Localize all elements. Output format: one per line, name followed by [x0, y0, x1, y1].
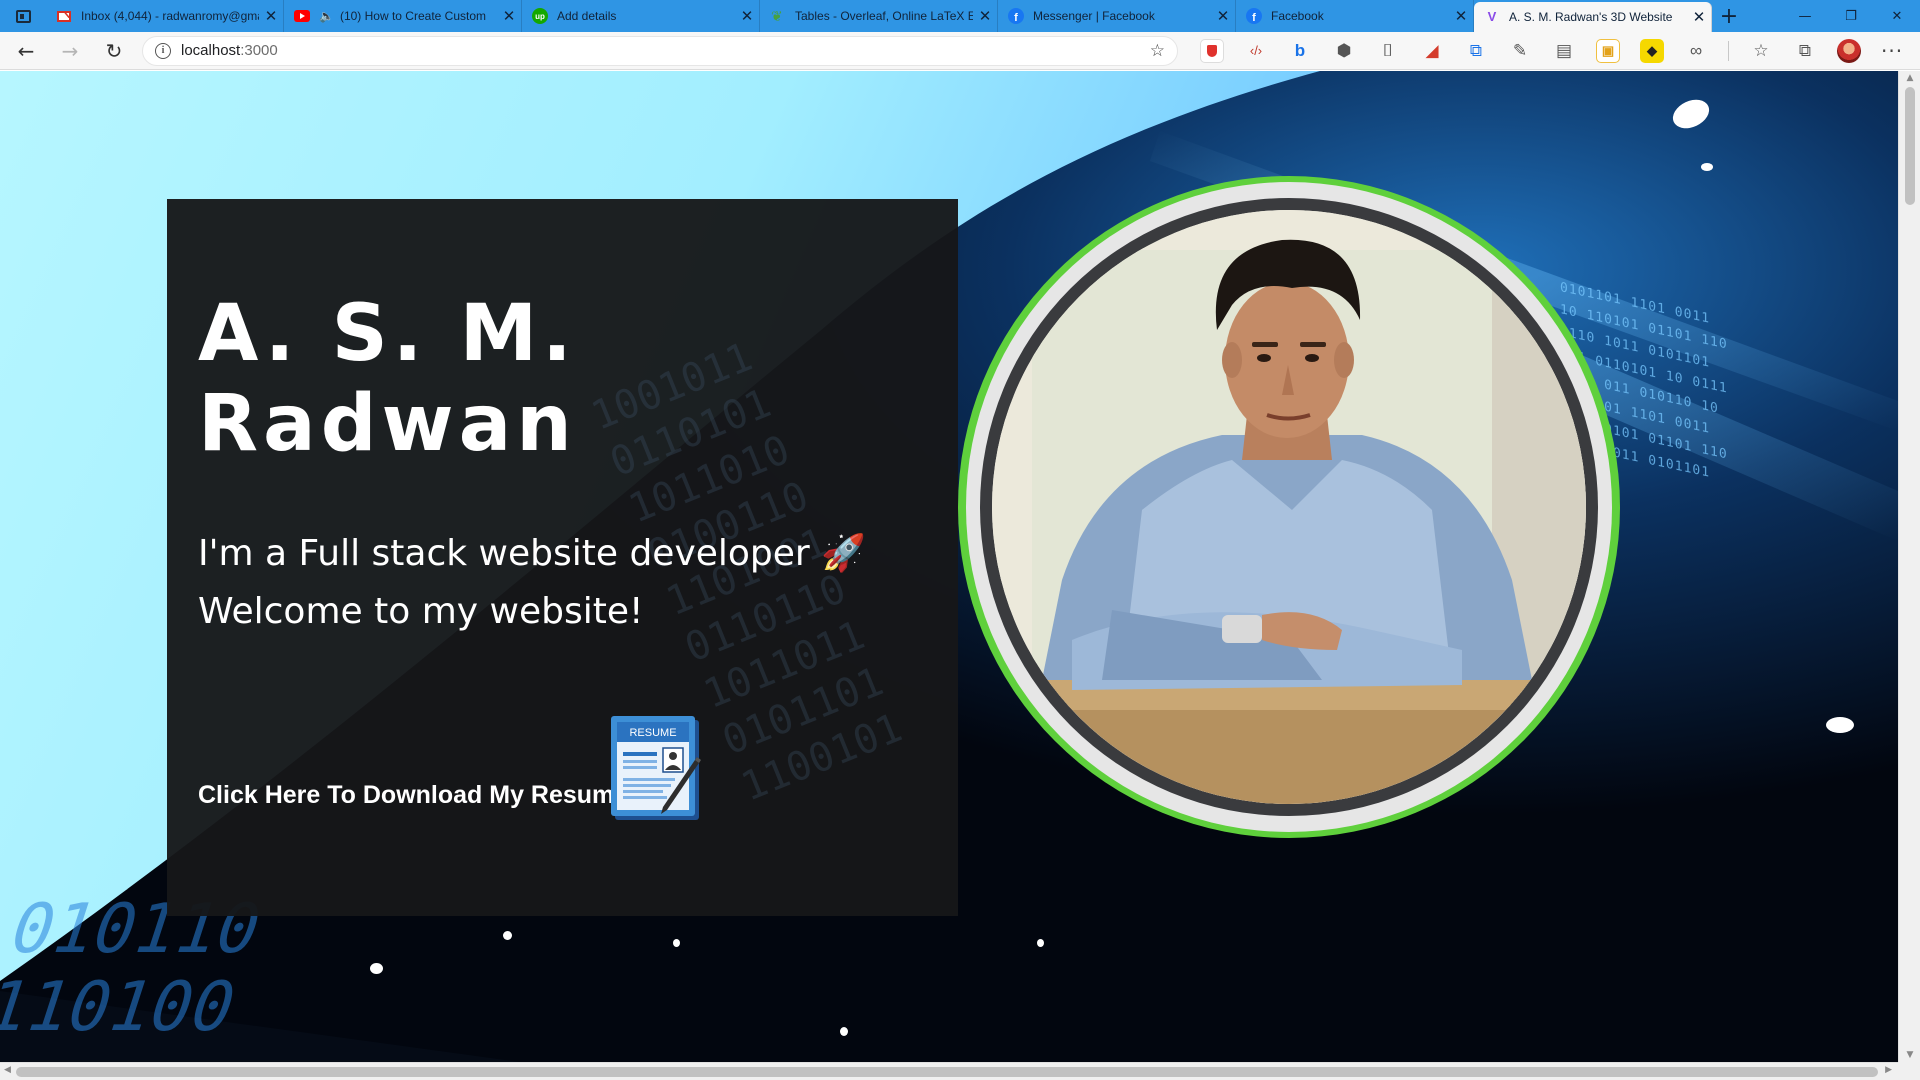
tab-overleaf[interactable]: ❦ Tables - Overleaf, Online LaTeX Editor… — [760, 0, 998, 32]
profile-photo-frame — [958, 176, 1620, 838]
browser-toolbar: ← → ↻ i localhost:3000 ☆ ‹/› b ⬢ ⌷ ◢ ⧉ ✎… — [0, 32, 1920, 70]
close-window-button[interactable]: ✕ — [1874, 0, 1920, 32]
resume-badge-text: RESUME — [629, 727, 676, 739]
cube-extension-icon[interactable]: ⬢ — [1332, 39, 1356, 63]
extensions-bar: ‹/› b ⬢ ⌷ ◢ ⧉ ✎ ▤ ▣ ◆ ∞ ☆ ⧉ ··· — [1200, 38, 1903, 63]
reader-extension-icon[interactable]: ▤ — [1552, 39, 1576, 63]
toolbar-separator — [1728, 40, 1729, 61]
add-favorite-icon[interactable]: ☆ — [1150, 41, 1165, 61]
back-button[interactable]: ← — [8, 33, 44, 69]
hero-card: 1001011 0110101 1011010 0100110 1101001 … — [167, 199, 958, 916]
star-particle — [1826, 717, 1854, 733]
close-tab-icon[interactable]: ✕ — [497, 7, 521, 25]
vertical-scroll-thumb[interactable] — [1905, 87, 1915, 205]
camera-extension-icon[interactable]: ⌷ — [1376, 39, 1400, 63]
page-viewport: 010110 110100 0101101 1101 0011 10 11010… — [0, 71, 1898, 1062]
tab-title: Messenger | Facebook — [1033, 9, 1155, 23]
megaphone-extension-icon[interactable]: ◢ — [1420, 39, 1444, 63]
arrow-left-icon: ← — [17, 38, 35, 63]
tab-facebook[interactable]: f Facebook ✕ — [1236, 0, 1474, 32]
facebook-icon: f — [1246, 8, 1262, 24]
hero-tagline: I'm a Full stack website developer 🚀 — [198, 533, 867, 574]
scrollbar-corner — [1898, 1062, 1920, 1080]
horizontal-scroll-thumb[interactable] — [16, 1067, 1878, 1077]
url-text[interactable]: localhost:3000 — [181, 42, 278, 59]
tab-title: Tables - Overleaf, Online LaTeX Editor — [795, 9, 973, 23]
tab-youtube[interactable]: 🔈 (10) How to Create Custom ✕ — [284, 0, 522, 32]
url-port: :3000 — [240, 42, 278, 59]
scroll-up-icon[interactable]: ▲ — [1899, 73, 1920, 83]
bing-icon[interactable]: b — [1288, 39, 1312, 63]
tab-title: Add details — [557, 9, 617, 23]
tab-messenger[interactable]: f Messenger | Facebook ✕ — [998, 0, 1236, 32]
refresh-button[interactable]: ↻ — [96, 33, 132, 69]
tab-portfolio[interactable]: V A. S. M. Radwan's 3D Website ✕ — [1474, 2, 1712, 32]
favorites-icon[interactable]: ☆ — [1749, 39, 1773, 63]
shield-extension-icon[interactable] — [1200, 38, 1224, 63]
arrow-right-icon: → — [61, 38, 79, 63]
profile-photo — [992, 210, 1586, 804]
scroll-left-icon[interactable]: ◀ — [4, 1065, 11, 1075]
youtube-icon — [294, 8, 310, 24]
star-particle — [673, 939, 680, 947]
gmail-icon — [56, 8, 72, 24]
tab-title: A. S. M. Radwan's 3D Website — [1509, 10, 1673, 24]
facebook-icon: f — [1008, 8, 1024, 24]
star-particle — [840, 1027, 848, 1036]
note-extension-icon[interactable]: ▣ — [1596, 38, 1620, 63]
url-host: localhost — [181, 42, 241, 59]
resume-download-label: Click Here To Download My Resume: — [198, 781, 637, 809]
more-menu-icon[interactable]: ··· — [1881, 39, 1903, 63]
close-tab-icon[interactable]: ✕ — [1687, 8, 1711, 26]
new-tab-button[interactable]: + — [1712, 0, 1746, 32]
tab-title: Inbox (4,044) - radwanromy@gmail.com — [81, 9, 259, 23]
name-line-2: Radwan — [198, 379, 577, 469]
vite-icon: V — [1487, 9, 1497, 24]
close-tab-icon[interactable]: ✕ — [1449, 7, 1473, 25]
tab-gmail[interactable]: Inbox (4,044) - radwanromy@gmail.com ✕ — [46, 0, 284, 32]
close-tab-icon[interactable]: ✕ — [259, 7, 283, 25]
hero-welcome: Welcome to my website! — [198, 591, 644, 632]
tab-upwork[interactable]: up Add details ✕ — [522, 0, 760, 32]
resume-download-icon[interactable]: RESUME — [609, 714, 705, 824]
star-particle — [1037, 939, 1044, 947]
star-particle — [370, 963, 383, 974]
profile-photo-illustration — [992, 210, 1586, 804]
collections-icon[interactable]: ⧉ — [1793, 39, 1817, 63]
name-line-1: A. S. M. — [198, 289, 577, 379]
tab-title: (10) How to Create Custom — [339, 9, 487, 23]
workspaces-button[interactable] — [0, 0, 46, 32]
restore-button[interactable]: ❐ — [1828, 0, 1874, 32]
overleaf-icon: ❦ — [771, 8, 783, 24]
link-extension-icon[interactable]: ∞ — [1684, 39, 1708, 63]
code-extension-icon[interactable]: ‹/› — [1244, 39, 1268, 63]
translate-extension-icon[interactable]: ⧉ — [1464, 39, 1488, 63]
star-particle — [503, 931, 512, 940]
tab-strip: Inbox (4,044) - radwanromy@gmail.com ✕ 🔈… — [0, 0, 1920, 32]
horizontal-scrollbar[interactable]: ◀ ▶ — [0, 1062, 1898, 1080]
window-controls: — ❐ ✕ — [1782, 0, 1920, 32]
site-info-icon[interactable]: i — [155, 42, 171, 59]
upwork-icon: up — [532, 8, 548, 24]
close-tab-icon[interactable]: ✕ — [1211, 7, 1235, 25]
star-particle — [1701, 163, 1713, 171]
speaker-icon[interactable]: 🔈 — [319, 9, 334, 23]
hero-name: A. S. M. Radwan — [198, 289, 577, 469]
vertical-scrollbar[interactable]: ▲ ▼ — [1898, 71, 1920, 1062]
lock-extension-icon[interactable]: ◆ — [1640, 38, 1664, 63]
close-tab-icon[interactable]: ✕ — [973, 7, 997, 25]
close-tab-icon[interactable]: ✕ — [735, 7, 759, 25]
scroll-right-icon[interactable]: ▶ — [1885, 1065, 1892, 1075]
scroll-down-icon[interactable]: ▼ — [1899, 1050, 1920, 1060]
address-bar[interactable]: i localhost:3000 ☆ — [142, 35, 1178, 66]
forward-button[interactable]: → — [52, 33, 88, 69]
refresh-icon: ↻ — [105, 38, 123, 63]
pen-extension-icon[interactable]: ✎ — [1508, 39, 1532, 63]
tab-title: Facebook — [1271, 9, 1324, 23]
workspaces-icon — [15, 9, 31, 23]
minimize-button[interactable]: — — [1782, 0, 1828, 32]
profile-avatar[interactable] — [1837, 38, 1861, 63]
